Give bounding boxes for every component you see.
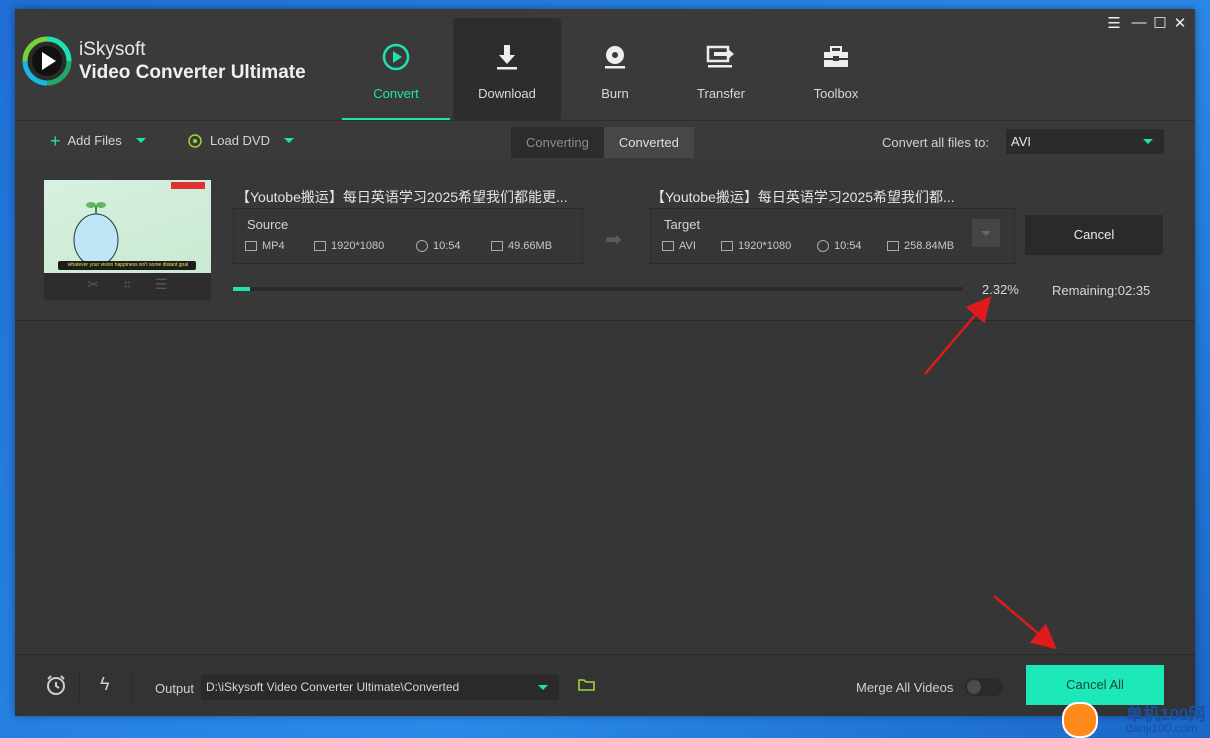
effects-icon[interactable]: ☰ bbox=[155, 276, 168, 298]
source-resolution: 1920*1080 bbox=[331, 240, 385, 252]
watermark-logo-icon bbox=[1062, 702, 1098, 738]
target-resolution: 1920*1080 bbox=[738, 240, 792, 252]
chevron-down-icon bbox=[538, 685, 548, 690]
target-format-dropdown[interactable] bbox=[972, 219, 1000, 247]
output-label: Output bbox=[155, 681, 195, 696]
menu-icon[interactable]: ☰ bbox=[1105, 14, 1123, 32]
conversion-list: whatever your vision happiness isn't som… bbox=[15, 161, 1195, 654]
resolution-icon bbox=[721, 241, 733, 251]
target-title: 【Youtobe搬运】每日英语学习2025希望我们都... bbox=[651, 189, 955, 205]
transfer-icon bbox=[706, 45, 734, 68]
progress-bar bbox=[233, 287, 963, 291]
source-format: MP4 bbox=[262, 240, 285, 252]
tab-convert[interactable]: Convert bbox=[342, 18, 450, 120]
tab-download-label: Download bbox=[478, 86, 536, 101]
tab-converting[interactable]: Converting bbox=[511, 127, 604, 158]
target-size: 258.84MB bbox=[904, 240, 955, 252]
add-files-label: Add Files bbox=[67, 133, 122, 148]
product-name: Video Converter Ultimate bbox=[79, 62, 306, 83]
cancel-all-button[interactable]: Cancel All bbox=[1026, 665, 1164, 705]
source-heading: Source bbox=[247, 217, 289, 232]
tab-transfer[interactable]: Transfer bbox=[667, 18, 775, 120]
tab-converted[interactable]: Converted bbox=[603, 127, 694, 158]
plus-icon: + bbox=[50, 130, 61, 151]
thumbnail-art bbox=[58, 182, 205, 270]
alarm-clock-icon[interactable] bbox=[45, 674, 67, 696]
add-files-button[interactable]: + Add Files bbox=[50, 130, 146, 151]
clock-icon bbox=[416, 240, 428, 252]
output-path-select[interactable]: D:\iSkysoft Video Converter Ultimate\Con… bbox=[201, 675, 559, 700]
list-item: whatever your vision happiness isn't som… bbox=[15, 161, 1195, 321]
tab-convert-label: Convert bbox=[373, 86, 419, 101]
convert-all-format-select[interactable]: AVI bbox=[1006, 129, 1164, 154]
minimize-icon[interactable]: — bbox=[1130, 14, 1148, 31]
add-files-dropdown-icon[interactable] bbox=[135, 138, 146, 143]
merge-toggle[interactable] bbox=[965, 678, 1003, 696]
target-heading: Target bbox=[664, 217, 701, 232]
progress-percent: 2.32% bbox=[982, 282, 1019, 297]
toolbar: + Add Files Load DVD Converting Converte… bbox=[15, 120, 1195, 162]
folder-icon bbox=[491, 241, 503, 251]
source-info-box: Source MP4 1920*1080 10:54 49.66MB bbox=[233, 208, 583, 264]
load-dvd-button[interactable]: Load DVD bbox=[188, 133, 294, 148]
remaining-time: Remaining:02:35 bbox=[1052, 283, 1151, 298]
film-icon bbox=[662, 241, 674, 251]
bottom-bar: ϟ Output D:\iSkysoft Video Converter Ult… bbox=[15, 654, 1195, 716]
app-window: iSkysoft Video Converter Ultimate Conver… bbox=[15, 9, 1195, 716]
load-dvd-dropdown-icon[interactable] bbox=[283, 138, 294, 143]
watermark-line2: danji100.com bbox=[1126, 721, 1198, 735]
tab-transfer-label: Transfer bbox=[697, 86, 745, 101]
divider bbox=[79, 670, 80, 700]
convert-icon bbox=[382, 43, 410, 71]
burn-icon bbox=[605, 46, 625, 69]
tab-download[interactable]: Download bbox=[453, 18, 561, 120]
clock-icon bbox=[817, 240, 829, 252]
divider bbox=[131, 670, 132, 700]
target-format: AVI bbox=[679, 240, 696, 252]
cancel-button[interactable]: Cancel bbox=[1025, 215, 1163, 255]
folder-icon bbox=[887, 241, 899, 251]
chevron-down-icon bbox=[1143, 139, 1153, 144]
source-title: 【Youtobe搬运】每日英语学习2025希望我们都能更... bbox=[236, 189, 568, 205]
convert-all-label: Convert all files to: bbox=[882, 135, 989, 150]
convert-all-format-value: AVI bbox=[1011, 134, 1031, 149]
target-duration: 10:54 bbox=[834, 240, 862, 252]
brand-name: iSkysoft bbox=[79, 39, 146, 60]
thumbnail-image: whatever your vision happiness isn't som… bbox=[44, 180, 211, 273]
tab-toolbox[interactable]: Toolbox bbox=[782, 18, 890, 120]
trim-icon[interactable]: ✂ bbox=[87, 276, 99, 298]
video-thumbnail[interactable]: whatever your vision happiness isn't som… bbox=[44, 180, 211, 300]
download-icon bbox=[497, 45, 517, 70]
dvd-icon bbox=[188, 133, 202, 148]
target-info-box[interactable]: Target AVI 1920*1080 10:54 258.84MB bbox=[650, 208, 1015, 264]
chevron-down-icon bbox=[981, 231, 991, 236]
tab-toolbox-label: Toolbox bbox=[813, 86, 859, 101]
crop-icon[interactable]: ⌗ bbox=[123, 276, 131, 298]
merge-all-label: Merge All Videos bbox=[856, 680, 954, 695]
source-size: 49.66MB bbox=[508, 240, 553, 252]
header: iSkysoft Video Converter Ultimate Conver… bbox=[15, 9, 1195, 120]
resolution-icon bbox=[314, 241, 326, 251]
progress-fill bbox=[233, 287, 250, 291]
thumbnail-caption: whatever your vision happiness isn't som… bbox=[67, 262, 189, 268]
lightning-icon[interactable]: ϟ bbox=[100, 674, 110, 695]
status-tabs: Converting Converted bbox=[511, 127, 694, 158]
tab-burn-label: Burn bbox=[601, 86, 629, 101]
load-dvd-label: Load DVD bbox=[210, 133, 270, 148]
toggle-knob bbox=[967, 680, 981, 694]
arrow-right-icon: ➡ bbox=[605, 229, 622, 251]
maximize-icon[interactable]: ☐ bbox=[1151, 14, 1169, 32]
close-icon[interactable]: ✕ bbox=[1171, 14, 1189, 32]
film-icon bbox=[245, 241, 257, 251]
tab-burn[interactable]: Burn bbox=[561, 18, 669, 120]
watermark: 单机100网 danji100.com bbox=[1060, 700, 1210, 738]
toolbox-icon bbox=[824, 46, 848, 67]
output-path-value: D:\iSkysoft Video Converter Ultimate\Con… bbox=[206, 680, 460, 694]
open-folder-icon[interactable] bbox=[578, 678, 596, 697]
source-duration: 10:54 bbox=[433, 240, 461, 252]
app-logo-icon bbox=[22, 36, 72, 86]
